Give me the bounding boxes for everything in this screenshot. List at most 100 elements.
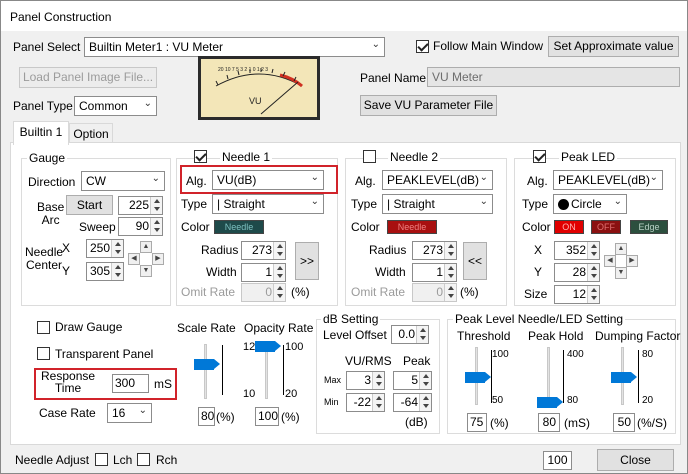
transparent-panel-checkbox[interactable] bbox=[37, 347, 50, 360]
scale-rate-min: 10 bbox=[243, 388, 256, 400]
svg-text:20 10 7 5 3 2 1 0 1 2 3: 20 10 7 5 3 2 1 0 1 2 3 bbox=[218, 67, 268, 73]
scale-rate-ticks bbox=[222, 345, 227, 395]
led-edge-color-swatch[interactable]: Edge bbox=[630, 220, 668, 234]
peak-max-stepper[interactable]: 5 bbox=[393, 371, 432, 390]
db-min-label: Min bbox=[324, 397, 339, 407]
save-vu-parameter-button[interactable]: Save VU Parameter File bbox=[360, 95, 497, 116]
follow-main-window-label: Follow Main Window bbox=[433, 39, 544, 53]
start-value-stepper[interactable]: 225 bbox=[118, 196, 163, 215]
led-move-up-icon[interactable]: ▲ bbox=[615, 243, 627, 255]
center-x-stepper[interactable]: 250 bbox=[86, 239, 124, 258]
needle2-omit-unit: (%) bbox=[460, 285, 479, 299]
scale-rate-unit: (%) bbox=[216, 410, 235, 424]
dumping-factor-slider[interactable] bbox=[611, 372, 637, 383]
peak-led-type-dropdown[interactable]: Circle ⌄ bbox=[553, 194, 627, 214]
panel-name-field[interactable]: VU Meter bbox=[427, 67, 680, 87]
set-approximate-value-button[interactable]: Set Approximate value bbox=[548, 36, 679, 57]
opacity-rate-slider[interactable] bbox=[255, 341, 281, 352]
case-rate-dropdown[interactable]: 16 ⌄ bbox=[107, 403, 152, 423]
move-left-icon[interactable]: ◀ bbox=[128, 253, 140, 265]
peak-hold-title: Peak Hold bbox=[528, 329, 584, 343]
needle2-color-swatch[interactable]: Needle bbox=[387, 220, 437, 234]
scale-rate-slider[interactable] bbox=[194, 358, 220, 370]
needle1-alg-highlight bbox=[180, 165, 338, 194]
needle2-type-dropdown[interactable]: | Straight ⌄ bbox=[382, 194, 493, 214]
panel-type-dropdown[interactable]: Common ⌄ bbox=[74, 96, 157, 116]
dumping-factor-max: 80 bbox=[642, 349, 654, 360]
panel-type-label: Panel Type bbox=[13, 99, 73, 113]
level-offset-stepper[interactable]: 0.0 bbox=[391, 325, 429, 344]
threshold-min: 50 bbox=[492, 395, 504, 406]
rch-checkbox[interactable] bbox=[137, 453, 150, 466]
needle1-radius-label: Radius bbox=[201, 243, 239, 257]
needle-adjust-label: Needle Adjust bbox=[15, 453, 90, 467]
needle2-width-label: Width bbox=[375, 265, 406, 279]
peak-led-x-stepper[interactable]: 352 bbox=[554, 241, 600, 260]
response-time-input[interactable]: 300 bbox=[112, 374, 149, 393]
direction-dropdown[interactable]: CW ⌄ bbox=[81, 171, 165, 191]
db-unit-label: (dB) bbox=[405, 415, 428, 429]
vu-meter-preview: 20 10 7 5 3 2 1 0 1 2 3 VU bbox=[198, 56, 320, 120]
opacity-rate-value: 100 bbox=[255, 407, 279, 426]
needle1-omit-rate-stepper[interactable]: 0 bbox=[241, 283, 286, 302]
move-up-icon[interactable]: ▲ bbox=[140, 241, 152, 253]
needle2-alg-dropdown[interactable]: PEAKLEVEL(dB) ⌄ bbox=[382, 170, 493, 190]
peak-hold-min: 80 bbox=[567, 395, 579, 406]
dumping-factor-unit: (%/S) bbox=[637, 416, 667, 430]
peak-level-title: Peak Level Needle/LED Setting bbox=[453, 312, 626, 326]
needle-center-label: Needle Center bbox=[25, 245, 64, 272]
lch-checkbox[interactable] bbox=[95, 453, 108, 466]
led-off-color-swatch[interactable]: OFF bbox=[591, 220, 621, 234]
needle1-radius-stepper[interactable]: 273 bbox=[241, 241, 286, 260]
center-x-label: X bbox=[62, 241, 71, 255]
direction-label: Direction bbox=[28, 175, 76, 189]
opacity-rate-max: 100 bbox=[285, 341, 304, 353]
chevron-down-icon: ⌄ bbox=[479, 172, 488, 183]
peak-min-stepper[interactable]: -64 bbox=[393, 393, 432, 412]
move-down-icon[interactable]: ▼ bbox=[140, 265, 152, 277]
needle2-width-stepper[interactable]: 1 bbox=[412, 263, 457, 282]
led-move-right-icon[interactable]: ▶ bbox=[626, 255, 638, 267]
needle1-checkbox[interactable] bbox=[194, 150, 207, 163]
chevron-down-icon: ⌄ bbox=[138, 405, 147, 416]
peak-led-y-label: Y bbox=[534, 265, 543, 279]
close-button[interactable]: Close bbox=[597, 449, 674, 471]
led-move-down-icon[interactable]: ▼ bbox=[615, 267, 627, 279]
scale-rate-title: Scale Rate bbox=[177, 321, 236, 335]
draw-gauge-checkbox[interactable] bbox=[37, 321, 50, 334]
threshold-slider[interactable] bbox=[465, 372, 491, 383]
scale-rate-value: 80 bbox=[198, 407, 215, 426]
needle2-alg-label: Alg. bbox=[355, 174, 376, 188]
opacity-rate-track bbox=[265, 344, 268, 399]
start-button[interactable]: Start bbox=[66, 195, 113, 215]
needle2-omit-rate-label: Omit Rate bbox=[351, 285, 406, 299]
panel-select-dropdown[interactable]: Builtin Meter1 : VU Meter ⌄ bbox=[84, 37, 385, 57]
needle1-type-label: Type bbox=[181, 197, 208, 211]
peak-led-y-stepper[interactable]: 28 bbox=[554, 263, 600, 282]
move-right-icon[interactable]: ▶ bbox=[152, 253, 164, 265]
peak-led-alg-dropdown[interactable]: PEAKLEVEL(dB) ⌄ bbox=[553, 170, 663, 190]
needle1-type-dropdown[interactable]: | Straight ⌄ bbox=[212, 194, 324, 214]
led-move-left-icon[interactable]: ◀ bbox=[604, 255, 616, 267]
vu-max-stepper[interactable]: 3 bbox=[346, 371, 385, 390]
needle1-width-stepper[interactable]: 1 bbox=[241, 263, 286, 282]
needle2-color-label: Color bbox=[351, 220, 380, 234]
copy-needle1-to-2-button[interactable]: >> bbox=[295, 242, 319, 280]
peak-led-checkbox[interactable] bbox=[533, 150, 546, 163]
threshold-value: 75 bbox=[467, 413, 487, 432]
tab-builtin-1[interactable]: Builtin 1 bbox=[13, 121, 69, 145]
peak-hold-slider[interactable] bbox=[537, 397, 563, 408]
led-on-color-swatch[interactable]: ON bbox=[554, 220, 584, 234]
load-panel-image-button[interactable]: Load Panel Image File... bbox=[19, 67, 157, 88]
vu-min-stepper[interactable]: -22 bbox=[346, 393, 385, 412]
copy-needle2-to-1-button[interactable]: << bbox=[463, 242, 487, 280]
follow-main-window-checkbox[interactable] bbox=[416, 40, 429, 53]
sweep-value-stepper[interactable]: 90 bbox=[118, 217, 163, 236]
center-y-stepper[interactable]: 305 bbox=[86, 262, 124, 281]
peak-led-size-stepper[interactable]: 12 bbox=[554, 285, 600, 304]
needle2-omit-rate-stepper[interactable]: 0 bbox=[412, 283, 457, 302]
lch-label: Lch bbox=[113, 453, 133, 467]
needle2-checkbox[interactable] bbox=[363, 150, 376, 163]
needle2-radius-stepper[interactable]: 273 bbox=[412, 241, 457, 260]
needle1-color-swatch[interactable]: Needle bbox=[214, 220, 264, 234]
